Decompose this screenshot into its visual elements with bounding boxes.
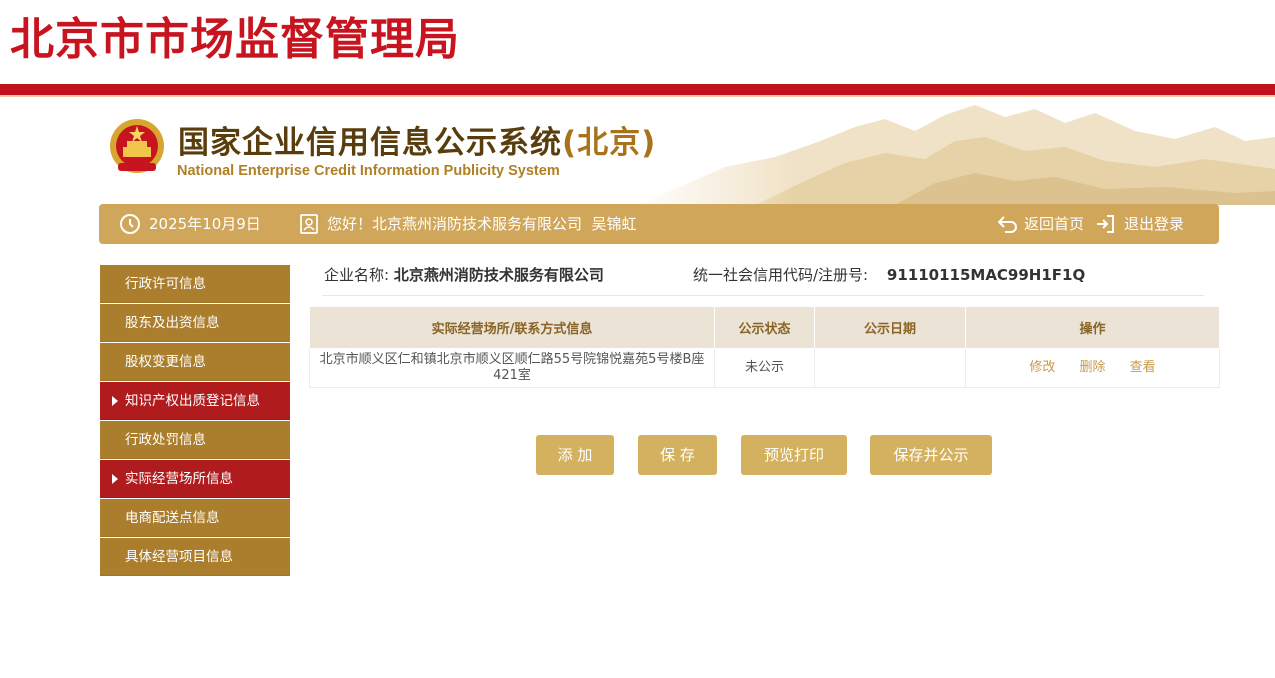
credit-code-row: 统一社会信用代码/注册号: 91110115MAC99H1F1Q: [693, 262, 1085, 288]
system-title-english: National Enterprise Credit Information P…: [177, 163, 560, 179]
sidebar-item-admin-license[interactable]: 行政许可信息: [100, 265, 290, 303]
greeting-text: 您好！北京燕州消防技术服务有限公司 吴锦虹: [327, 215, 637, 233]
credit-code: 91110115MAC99H1F1Q: [886, 266, 1086, 284]
triangle-right-icon: [112, 396, 118, 406]
table-row: 北京市顺义区仁和镇北京市顺义区顺仁路55号院锦悦嘉苑5号楼B座421室 未公示 …: [309, 348, 1220, 388]
company-name: 北京燕州消防技术服务有限公司: [393, 266, 604, 284]
date-cell: [814, 348, 966, 388]
actions-cell: 修改 删除 查看: [965, 348, 1220, 388]
sidebar-item-label: 知识产权出质登记信息: [125, 393, 260, 409]
sidebar-item-label: 股东及出资信息: [125, 315, 220, 331]
table-header-row: 实际经营场所/联系方式信息 公示状态 公示日期 操作: [309, 306, 1220, 349]
sidebar-item-shareholders[interactable]: 股东及出资信息: [100, 304, 290, 342]
system-title: 国家企业信用信息公示系统(北京): [178, 123, 656, 163]
sidebar-item-business-items[interactable]: 具体经营项目信息: [100, 538, 290, 576]
column-header-status: 公示状态: [714, 306, 815, 349]
return-arrow-icon: [997, 216, 1017, 233]
brand-title: 北京市市场监督管理局: [10, 14, 460, 65]
info-bar: 2025年10月9日 您好！北京燕州消防技术服务有限公司 吴锦虹 返回首页 退出…: [99, 204, 1219, 244]
current-date: 2025年10月9日: [149, 215, 261, 233]
sidebar-item-label: 行政许可信息: [125, 276, 206, 292]
credit-code-label: 统一社会信用代码/注册号:: [693, 266, 869, 284]
logout-label: 退出登录: [1124, 215, 1185, 233]
delete-link[interactable]: 删除: [1079, 360, 1105, 375]
brand-header: 北京市市场监督管理局: [0, 0, 1275, 84]
location-table: 实际经营场所/联系方式信息 公示状态 公示日期 操作 北京市顺义区仁和镇北京市顺…: [309, 306, 1220, 388]
sidebar-item-label: 电商配送点信息: [125, 510, 220, 526]
sidebar-item-equity-change[interactable]: 股权变更信息: [100, 343, 290, 381]
system-title-main: 国家企业信用信息公示系统: [178, 125, 562, 161]
edit-link[interactable]: 修改: [1029, 360, 1055, 375]
column-header-actions: 操作: [965, 306, 1220, 349]
column-header-date: 公示日期: [814, 306, 966, 349]
home-label: 返回首页: [1024, 215, 1085, 233]
logout-link[interactable]: 退出登录: [1094, 204, 1184, 244]
company-name-label: 企业名称:: [324, 266, 390, 284]
user-card-icon: [300, 214, 318, 234]
sidebar-item-business-location[interactable]: 实际经营场所信息: [100, 460, 290, 498]
clock-icon: [120, 214, 140, 234]
date-display: 2025年10月9日: [119, 204, 261, 244]
status-cell: 未公示: [714, 348, 815, 388]
sidebar-item-ip-pledge[interactable]: 知识产权出质登记信息: [100, 382, 290, 420]
company-name-row: 企业名称: 北京燕州消防技术服务有限公司: [324, 262, 604, 292]
sidebar-item-label: 具体经营项目信息: [125, 549, 233, 565]
system-header: 国家企业信用信息公示系统(北京) National Enterprise Cre…: [0, 97, 1275, 205]
system-title-region: (北京): [562, 125, 657, 161]
sidebar-item-label: 实际经营场所信息: [125, 471, 233, 487]
column-header-address: 实际经营场所/联系方式信息: [309, 306, 715, 349]
save-publish-button[interactable]: 保存并公示: [870, 435, 992, 475]
address-cell: 北京市顺义区仁和镇北京市顺义区顺仁路55号院锦悦嘉苑5号楼B座421室: [309, 348, 715, 388]
preview-print-button[interactable]: 预览打印: [741, 435, 847, 475]
sidebar-item-admin-penalty[interactable]: 行政处罚信息: [100, 421, 290, 459]
logout-icon: [1097, 215, 1114, 233]
sidebar-item-label: 股权变更信息: [125, 354, 206, 370]
divider: [322, 295, 1204, 296]
triangle-right-icon: [112, 474, 118, 484]
user-greeting: 您好！北京燕州消防技术服务有限公司 吴锦虹: [299, 204, 637, 244]
view-link[interactable]: 查看: [1130, 360, 1156, 375]
mountain-background-image: [635, 97, 1275, 205]
sidebar: 行政许可信息 股东及出资信息 股权变更信息 知识产权出质登记信息 行政处罚信息 …: [100, 265, 290, 577]
save-button[interactable]: 保 存: [638, 435, 717, 475]
national-emblem-icon: [110, 119, 164, 173]
sidebar-item-ecommerce-delivery[interactable]: 电商配送点信息: [100, 499, 290, 537]
sidebar-item-label: 行政处罚信息: [125, 432, 206, 448]
home-link[interactable]: 返回首页: [997, 204, 1084, 244]
add-button[interactable]: 添 加: [536, 435, 614, 475]
red-divider: [0, 84, 1275, 95]
